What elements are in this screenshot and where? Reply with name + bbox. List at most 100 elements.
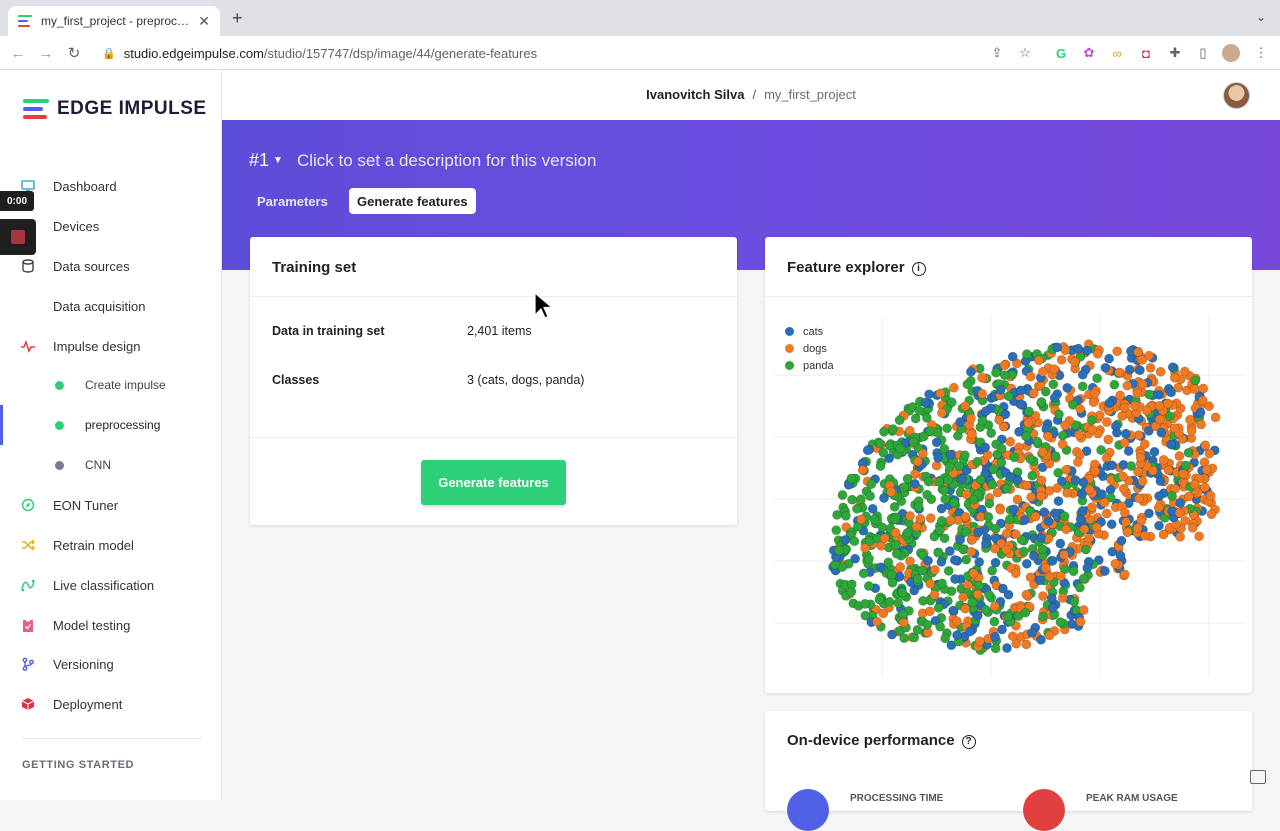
record-button[interactable]	[0, 219, 36, 255]
scatter-point-dogs[interactable]	[1012, 494, 1023, 505]
scatter-point-dogs[interactable]	[994, 415, 1004, 425]
share-icon[interactable]: ⇪	[988, 44, 1006, 62]
scatter-point-panda[interactable]	[948, 497, 959, 508]
scatter-point-dogs[interactable]	[1169, 423, 1180, 434]
scatter-point-cats[interactable]	[1116, 535, 1127, 546]
lock-icon[interactable]: 🔒	[102, 47, 116, 60]
close-tab-icon[interactable]: ✕	[198, 13, 210, 30]
scatter-point-cats[interactable]	[948, 605, 958, 616]
scatter-point-dogs[interactable]	[1061, 524, 1072, 535]
scatter-point-cats[interactable]	[980, 406, 991, 416]
scatter-point-dogs[interactable]	[1061, 464, 1072, 475]
scatter-point-dogs[interactable]	[1154, 400, 1165, 411]
scatter-point-cats[interactable]	[933, 452, 943, 463]
scatter-point-panda[interactable]	[902, 473, 913, 484]
scatter-point-dogs[interactable]	[1179, 366, 1190, 377]
scatter-point-dogs[interactable]	[1169, 373, 1180, 383]
scatter-point-dogs[interactable]	[1103, 434, 1114, 445]
scatter-point-dogs[interactable]	[968, 568, 979, 579]
scatter-point-dogs[interactable]	[1132, 523, 1143, 533]
scatter-point-dogs[interactable]	[1090, 466, 1101, 476]
scatter-point-panda[interactable]	[878, 447, 889, 458]
browser-menu-icon[interactable]: ⋮	[1252, 44, 1270, 62]
scatter-point-panda[interactable]	[975, 474, 986, 485]
scatter-point-dogs[interactable]	[1089, 388, 1100, 399]
scatter-point-dogs[interactable]	[1134, 493, 1144, 504]
scatter-point-panda[interactable]	[1018, 546, 1029, 557]
scatter-point-cats[interactable]	[995, 385, 1006, 395]
scatter-point-dogs[interactable]	[1199, 482, 1210, 493]
scatter-point-panda[interactable]	[961, 554, 972, 565]
browser-tab[interactable]: my_first_project - preprocessing ✕	[8, 6, 220, 36]
scatter-point-panda[interactable]	[1020, 607, 1031, 618]
scatter-point-cats[interactable]	[1167, 362, 1178, 373]
scatter-point-cats[interactable]	[1082, 345, 1092, 356]
scatter-point-cats[interactable]	[850, 553, 860, 564]
scatter-point-dogs[interactable]	[1062, 487, 1072, 498]
scatter-point-cats[interactable]	[955, 417, 966, 427]
scatter-point-panda[interactable]	[869, 514, 880, 525]
scatter-point-panda[interactable]	[879, 426, 889, 437]
scatter-point-dogs[interactable]	[1010, 529, 1021, 540]
scatter-point-panda[interactable]	[1021, 431, 1032, 442]
scatter-point-panda[interactable]	[1069, 596, 1080, 607]
scatter-point-panda[interactable]	[989, 616, 1000, 627]
scatter-point-dogs[interactable]	[960, 401, 971, 411]
scatter-point-cats[interactable]	[1050, 508, 1060, 519]
scatter-point-dogs[interactable]	[886, 486, 897, 497]
scatter-point-panda[interactable]	[1183, 447, 1194, 458]
scatter-point-cats[interactable]	[936, 556, 947, 567]
scatter-point-cats[interactable]	[1039, 507, 1050, 517]
scatter-point-dogs[interactable]	[1147, 465, 1158, 476]
scatter-point-cats[interactable]	[894, 571, 905, 582]
scatter-point-panda[interactable]	[891, 548, 902, 559]
tab-generate-features[interactable]: Generate features	[349, 188, 476, 214]
scatter-point-cats[interactable]	[909, 585, 920, 596]
scatter-point-panda[interactable]	[1038, 611, 1048, 622]
scatter-point-cats[interactable]	[1115, 550, 1126, 561]
scatter-point-panda[interactable]	[895, 443, 906, 454]
scatter-point-cats[interactable]	[920, 397, 931, 408]
scatter-point-dogs[interactable]	[1101, 417, 1112, 427]
scatter-point-panda[interactable]	[913, 501, 924, 512]
scatter-point-cats[interactable]	[1104, 398, 1115, 409]
scatter-point-panda[interactable]	[912, 573, 923, 584]
scatter-point-cats[interactable]	[1015, 385, 1026, 396]
scatter-point-dogs[interactable]	[1001, 544, 1012, 555]
scatter-point-dogs[interactable]	[912, 456, 923, 467]
scatter-point-panda[interactable]	[967, 597, 978, 608]
scatter-point-dogs[interactable]	[935, 388, 946, 399]
scatter-point-cats[interactable]	[1166, 387, 1176, 398]
scatter-point-dogs[interactable]	[1158, 454, 1169, 465]
scatter-point-cats[interactable]	[974, 557, 985, 567]
scatter-point-dogs[interactable]	[890, 527, 901, 538]
scatter-point-dogs[interactable]	[1021, 480, 1032, 491]
scatter-point-dogs[interactable]	[1025, 572, 1036, 583]
color-extension-icon[interactable]: ✿	[1080, 44, 1098, 62]
scatter-point-panda[interactable]	[932, 427, 943, 438]
scatter-point-dogs[interactable]	[992, 487, 1003, 498]
scatter-point-panda[interactable]	[912, 624, 923, 635]
scatter-point-dogs[interactable]	[1129, 400, 1140, 411]
scatter-point-dogs[interactable]	[1025, 371, 1036, 382]
forward-arrow-icon[interactable]: →	[32, 45, 60, 62]
scatter-point-cats[interactable]	[1149, 446, 1160, 457]
scatter-point-dogs[interactable]	[1056, 355, 1067, 365]
scatter-point-dogs[interactable]	[967, 534, 977, 545]
scatter-point-dogs[interactable]	[999, 360, 1010, 371]
help-icon[interactable]: ?	[961, 734, 976, 749]
legend-item-dogs[interactable]: dogs	[785, 340, 834, 357]
scatter-point-cats[interactable]	[1099, 566, 1110, 576]
scatter-point-cats[interactable]	[1134, 365, 1145, 375]
scatter-point-panda[interactable]	[1086, 415, 1097, 426]
scatter-point-cats[interactable]	[1034, 575, 1045, 586]
scatter-point-cats[interactable]	[997, 624, 1007, 635]
scatter-point-dogs[interactable]	[1115, 390, 1125, 401]
scatter-point-dogs[interactable]	[974, 636, 985, 647]
user-avatar[interactable]	[1223, 82, 1250, 109]
scatter-point-dogs[interactable]	[1038, 591, 1048, 601]
scatter-point-dogs[interactable]	[1043, 431, 1053, 442]
scatter-point-dogs[interactable]	[1174, 451, 1185, 461]
version-selector[interactable]: #1 ▼ Click to set a description for this…	[249, 150, 596, 171]
scatter-point-dogs[interactable]	[1036, 475, 1047, 486]
